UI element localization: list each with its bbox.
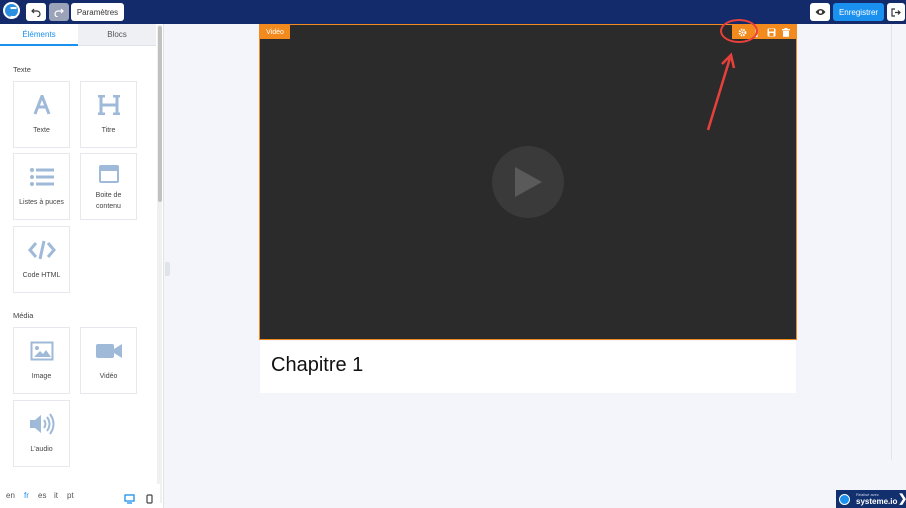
- letter-h-icon: [95, 93, 123, 117]
- badge-brand-name: systeme.io: [856, 497, 898, 506]
- language-pt[interactable]: pt: [67, 491, 74, 500]
- close-icon[interactable]: ❯: [898, 492, 906, 505]
- mobile-icon[interactable]: [146, 491, 153, 508]
- canvas-scrollbar[interactable]: [891, 24, 906, 460]
- section-title-text: Texte: [13, 65, 31, 74]
- systeme-logo-icon[interactable]: [3, 2, 20, 19]
- section-title-media: Média: [13, 311, 34, 320]
- language-bar: en fr es it pt: [0, 484, 160, 508]
- undo-button[interactable]: [26, 3, 46, 21]
- element-label: Listes à puces: [19, 199, 64, 206]
- chapter-title: Chapitre 1: [271, 354, 364, 376]
- language-en[interactable]: en: [6, 491, 15, 500]
- settings-button[interactable]: Paramètres: [71, 3, 124, 21]
- highlight-circle: [720, 19, 758, 43]
- play-button[interactable]: [492, 146, 564, 218]
- language-it[interactable]: it: [54, 491, 58, 500]
- element-html-code[interactable]: Code HTML: [13, 226, 70, 293]
- element-image[interactable]: Image: [13, 327, 70, 394]
- video-element-tag: Vidéo: [260, 25, 290, 39]
- desktop-icon[interactable]: [124, 491, 135, 508]
- sign-out-icon: [891, 7, 901, 17]
- speaker-icon: [28, 412, 56, 436]
- panel-resize-handle[interactable]: [165, 262, 170, 276]
- element-label: Boite de contenu: [95, 192, 122, 210]
- element-video[interactable]: Vidéo: [80, 327, 137, 394]
- bullet-list-icon: [28, 165, 56, 189]
- elements-panel: Éléments Blocs Texte Texte Titre Listes …: [0, 24, 164, 508]
- element-label: Vidéo: [99, 373, 118, 380]
- chapter-block[interactable]: Chapitre 1: [260, 341, 796, 393]
- save-button[interactable]: Enregistrer: [833, 3, 884, 21]
- systeme-logo-icon: [839, 493, 850, 505]
- save-icon[interactable]: [766, 27, 776, 37]
- panel-tabs: Éléments Blocs: [0, 24, 156, 46]
- element-title[interactable]: Titre: [80, 81, 137, 148]
- exit-button[interactable]: [887, 3, 905, 21]
- annotation-arrow: [706, 52, 736, 131]
- preview-button[interactable]: [810, 3, 830, 21]
- element-text[interactable]: Texte: [13, 81, 70, 148]
- panel-scrollbar-thumb[interactable]: [158, 26, 162, 202]
- element-audio[interactable]: L'audio: [13, 400, 70, 467]
- element-bullet-list[interactable]: Listes à puces: [13, 153, 70, 220]
- element-label: Texte: [33, 127, 50, 134]
- eye-icon: [815, 9, 825, 15]
- content-box-icon: [95, 162, 123, 186]
- trash-icon[interactable]: [781, 27, 791, 37]
- image-icon: [28, 339, 56, 363]
- code-icon: [27, 238, 56, 262]
- video-camera-icon: [95, 339, 123, 363]
- systeme-badge[interactable]: Réalisé avec systeme.io ❯: [836, 490, 906, 508]
- element-label: Titre: [101, 127, 116, 134]
- top-bar: Paramètres Enregistrer: [0, 0, 906, 24]
- element-label: Image: [31, 373, 52, 380]
- undo-icon: [31, 8, 41, 17]
- element-label: Code HTML: [22, 272, 61, 279]
- language-fr[interactable]: fr: [24, 491, 29, 500]
- tab-blocks[interactable]: Blocs: [78, 24, 156, 46]
- tab-elements[interactable]: Éléments: [0, 24, 78, 46]
- element-label: L'audio: [30, 446, 53, 453]
- language-es[interactable]: es: [38, 491, 46, 500]
- play-icon: [515, 167, 542, 197]
- element-content-box[interactable]: Boite de contenu: [80, 153, 137, 220]
- redo-button[interactable]: [49, 3, 69, 21]
- redo-icon: [54, 8, 64, 17]
- letter-a-icon: [28, 93, 56, 117]
